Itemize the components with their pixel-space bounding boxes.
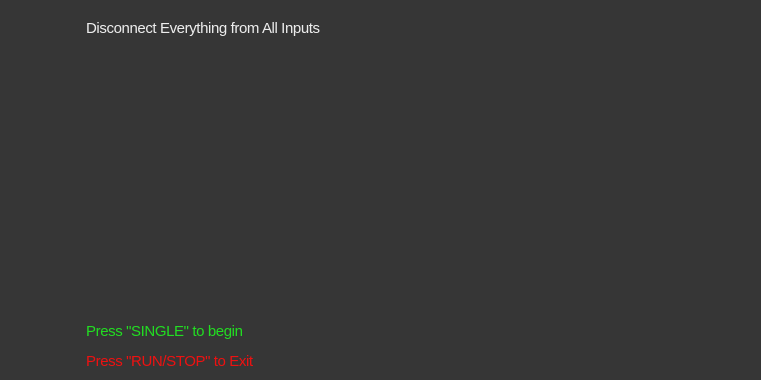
exit-prompt: Press "RUN/STOP" to Exit [86,353,253,370]
instruction-text: Disconnect Everything from All Inputs [86,20,320,37]
begin-prompt: Press "SINGLE" to begin [86,323,243,340]
test-screen: Disconnect Everything from All Inputs Pr… [0,0,761,380]
